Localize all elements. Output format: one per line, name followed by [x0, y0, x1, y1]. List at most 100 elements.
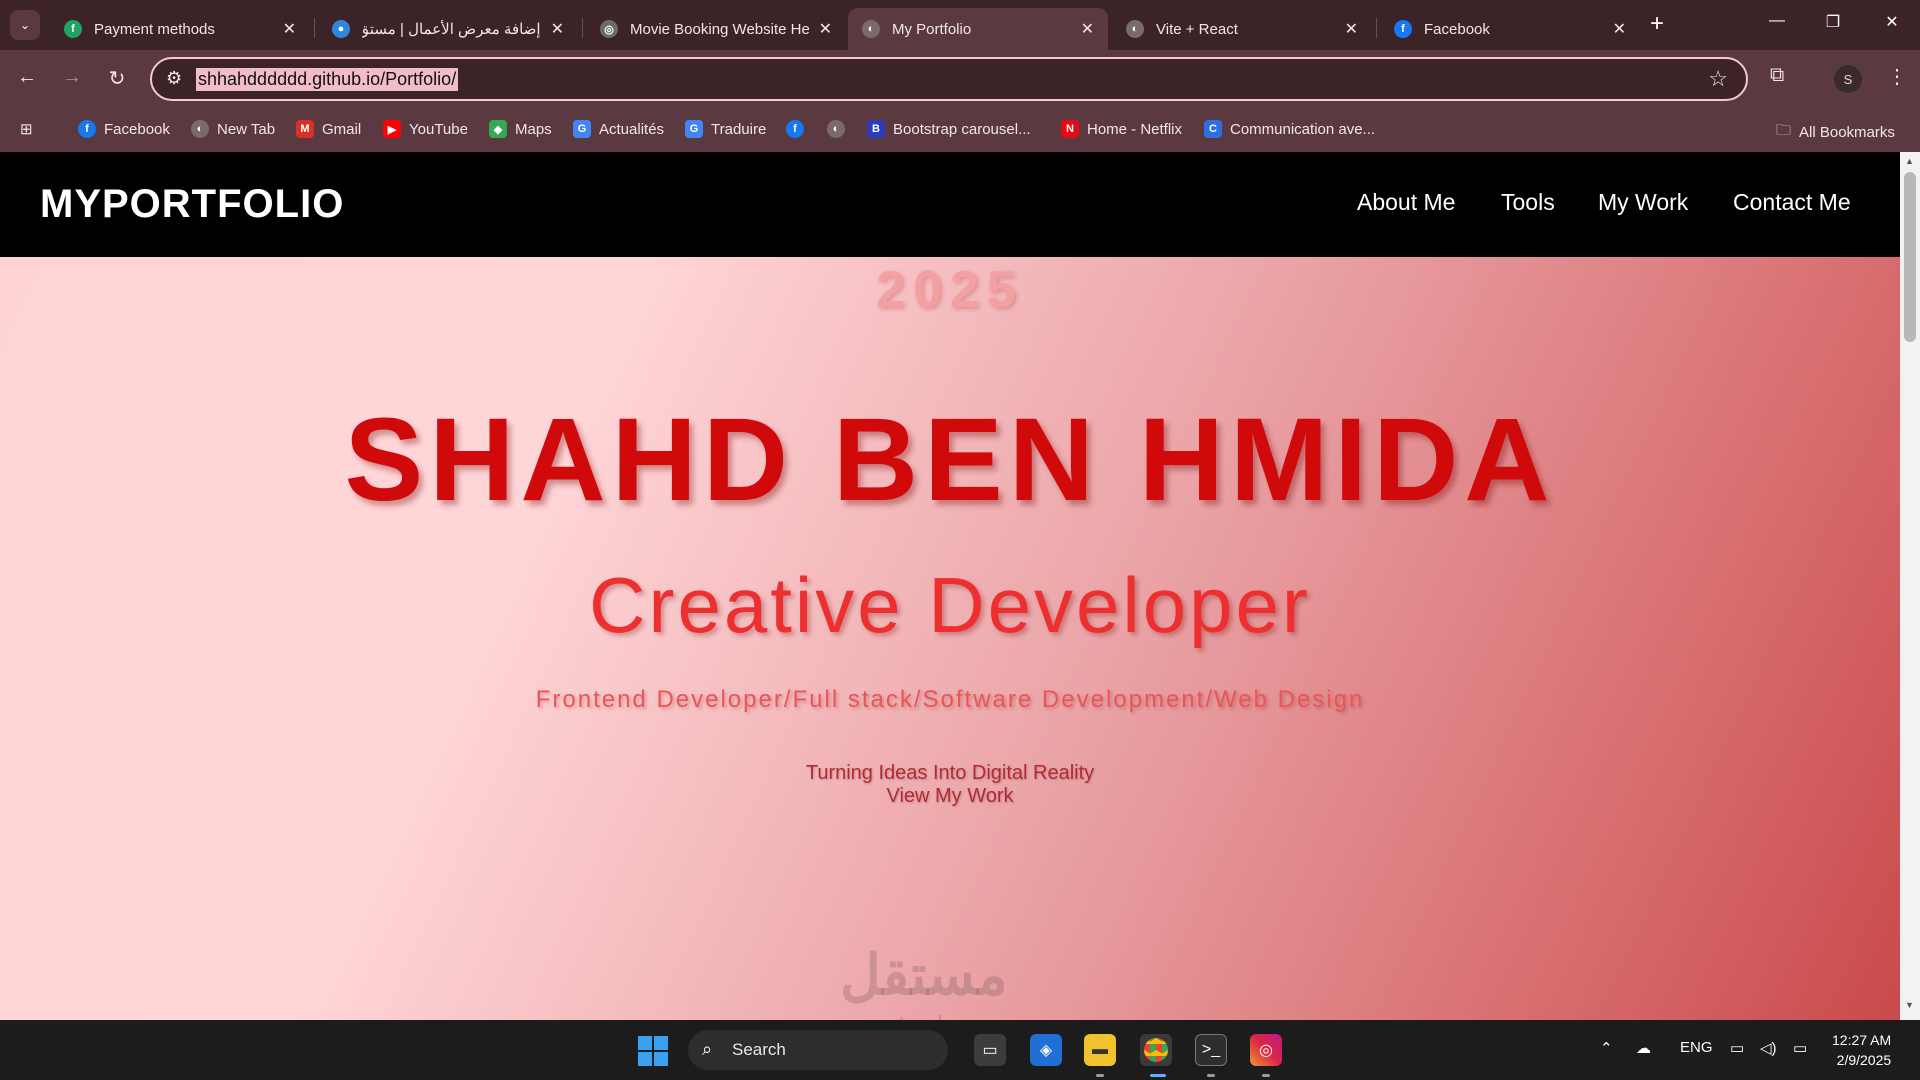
- close-icon[interactable]: ✕: [283, 19, 296, 39]
- apps-grid-icon[interactable]: ⊞: [20, 120, 33, 138]
- forward-button[interactable]: →: [57, 66, 87, 89]
- chrome-icon[interactable]: [1140, 1034, 1172, 1066]
- tab-title: Vite + React: [1156, 20, 1238, 38]
- bookmark-youtube[interactable]: ▶ YouTube: [383, 120, 468, 138]
- battery-icon[interactable]: ▭: [1793, 1039, 1807, 1057]
- translate-icon: G: [685, 120, 703, 138]
- clock-time: 12:27 AM: [1832, 1032, 1892, 1048]
- file-explorer-icon[interactable]: ▬: [1084, 1034, 1116, 1066]
- all-bookmarks[interactable]: 🗀 All Bookmarks: [1776, 120, 1895, 145]
- site-navbar: MYPORTFOLIO About Me Tools My Work Conta…: [0, 152, 1900, 257]
- watermark-logo: مستقل: [840, 943, 1008, 1006]
- globe-icon: ◐: [827, 120, 845, 138]
- bookmark-gmail[interactable]: M Gmail: [296, 120, 361, 138]
- close-icon[interactable]: ✕: [819, 19, 832, 39]
- bookmark-actualites[interactable]: G Actualités: [573, 120, 664, 138]
- tray-overflow-icon[interactable]: ⌃: [1600, 1039, 1613, 1057]
- nav-my-work[interactable]: My Work: [1598, 189, 1688, 216]
- nav-about-me[interactable]: About Me: [1357, 189, 1455, 216]
- task-view-icon[interactable]: ▭: [974, 1034, 1006, 1066]
- scroll-thumb[interactable]: [1904, 172, 1916, 342]
- volume-icon[interactable]: ◁): [1760, 1039, 1777, 1057]
- tab-search-button[interactable]: ⌄: [10, 10, 40, 40]
- windows-taskbar: ⌕ Search ▭ ◈ ▬ >_ ◎ ⌃ ☁ ENG ▭ ◁) ▭ 12:27…: [0, 1020, 1920, 1080]
- hero-year: 2025: [876, 261, 1024, 319]
- close-icon[interactable]: ✕: [1345, 19, 1358, 39]
- profile-avatar[interactable]: S: [1834, 65, 1862, 93]
- bookmark-maps[interactable]: ◆ Maps: [489, 120, 552, 138]
- site-settings-icon[interactable]: ⚙: [166, 68, 182, 89]
- tab-title: Movie Booking Website He: [630, 20, 809, 38]
- news-icon: G: [573, 120, 591, 138]
- network-icon[interactable]: ▭: [1730, 1039, 1744, 1057]
- tab-vite-react[interactable]: ◐ Vite + React ✕: [1112, 8, 1372, 50]
- minimize-button[interactable]: —: [1757, 12, 1797, 30]
- page-scrollbar[interactable]: ▲ ▼: [1900, 152, 1920, 1020]
- globe-icon: ◐: [191, 120, 209, 138]
- scroll-down-icon[interactable]: ▼: [1905, 1000, 1914, 1010]
- bookmark-traduire[interactable]: G Traduire: [685, 120, 766, 138]
- bookmark-label: New Tab: [217, 120, 276, 138]
- taskbar-search[interactable]: ⌕ Search: [688, 1030, 948, 1070]
- view-my-work-link[interactable]: View My Work: [0, 785, 1900, 808]
- search-icon: ⌕: [702, 1039, 713, 1059]
- start-button[interactable]: [638, 1036, 668, 1066]
- youtube-icon: ▶: [383, 120, 401, 138]
- bookmark-netflix[interactable]: N Home - Netflix: [1061, 120, 1182, 138]
- maps-icon: ◆: [489, 120, 507, 138]
- tab-payment-methods[interactable]: f Payment methods ✕: [50, 8, 310, 50]
- globe-icon: ◐: [862, 20, 880, 38]
- bookmark-label: Facebook: [104, 120, 170, 138]
- scroll-up-icon[interactable]: ▲: [1905, 156, 1914, 166]
- copilot-icon[interactable]: ◈: [1030, 1034, 1062, 1066]
- restore-button[interactable]: ❐: [1813, 12, 1853, 32]
- bookmark-label: Communication ave...: [1230, 120, 1376, 138]
- tab-movie-booking[interactable]: ◎ Movie Booking Website He ✕: [586, 8, 846, 50]
- bookmark-label: Traduire: [711, 120, 767, 138]
- onedrive-icon[interactable]: ☁: [1636, 1039, 1651, 1057]
- chevron-down-icon: ⌄: [19, 18, 31, 32]
- bookmark-facebook-2[interactable]: f: [786, 120, 812, 138]
- bookmark-new-tab[interactable]: ◐ New Tab: [191, 120, 275, 138]
- hero-name: SHAHD BEN HMIDA: [344, 394, 1556, 526]
- instagram-icon[interactable]: ◎: [1250, 1034, 1282, 1066]
- tab-mostaql[interactable]: ● إضافة معرض الأعمال | مستق ✕: [318, 8, 578, 50]
- tab-strip: ⌄ f Payment methods ✕ ● إضافة معرض الأعم…: [0, 0, 1920, 50]
- close-icon[interactable]: ✕: [551, 19, 564, 39]
- menu-kebab-icon[interactable]: ⋮: [1887, 64, 1907, 89]
- bookmark-globe[interactable]: ◐: [827, 120, 853, 138]
- bookmark-communication[interactable]: C Communication ave...: [1204, 120, 1375, 138]
- bookmark-star-icon[interactable]: ☆: [1708, 66, 1728, 92]
- bookmark-label: Home - Netflix: [1087, 120, 1183, 138]
- bookmark-label: Actualités: [599, 120, 665, 138]
- clock-date: 2/9/2025: [1836, 1052, 1892, 1068]
- extensions-icon[interactable]: ⧉: [1770, 64, 1784, 87]
- bookmark-bootstrap[interactable]: B Bootstrap carousel...: [867, 120, 1031, 138]
- language-indicator[interactable]: ENG: [1680, 1039, 1713, 1056]
- bookmark-label: All Bookmarks: [1799, 124, 1895, 141]
- facebook-icon: f: [786, 120, 804, 138]
- reload-button[interactable]: ↻: [102, 66, 132, 91]
- bookmark-facebook[interactable]: f Facebook: [78, 120, 170, 138]
- close-window-button[interactable]: ✕: [1872, 12, 1912, 32]
- close-icon[interactable]: ✕: [1613, 19, 1626, 39]
- bookmark-label: Gmail: [322, 120, 362, 138]
- address-bar[interactable]: ⚙ shhahdddddd.github.io/Portfolio/ ☆: [150, 57, 1748, 101]
- tab-title: Facebook: [1424, 20, 1490, 38]
- new-tab-button[interactable]: +: [1650, 12, 1664, 36]
- folder-icon: 🗀: [1776, 122, 1792, 139]
- tab-my-portfolio[interactable]: ◐ My Portfolio ✕: [848, 8, 1108, 50]
- hero-role: Creative Developer: [589, 561, 1311, 649]
- tab-facebook[interactable]: f Facebook ✕: [1380, 8, 1640, 50]
- gmail-icon: M: [296, 120, 314, 138]
- nav-contact-me[interactable]: Contact Me: [1733, 189, 1851, 216]
- terminal-icon[interactable]: >_: [1195, 1034, 1227, 1066]
- bookmarks-bar: ⊞ f Facebook ◐ New Tab M Gmail ▶ YouTube ◆ Ma…: [0, 108, 1920, 152]
- url-text[interactable]: shhahdddddd.github.io/Portfolio/: [196, 68, 459, 91]
- site-logo[interactable]: MYPORTFOLIO: [40, 182, 344, 227]
- nav-tools[interactable]: Tools: [1501, 189, 1555, 216]
- back-button[interactable]: ←: [12, 66, 42, 89]
- system-clock[interactable]: 12:27 AM 2/9/2025: [1832, 1030, 1891, 1070]
- tab-title: Payment methods: [94, 20, 215, 38]
- close-icon[interactable]: ✕: [1081, 19, 1094, 39]
